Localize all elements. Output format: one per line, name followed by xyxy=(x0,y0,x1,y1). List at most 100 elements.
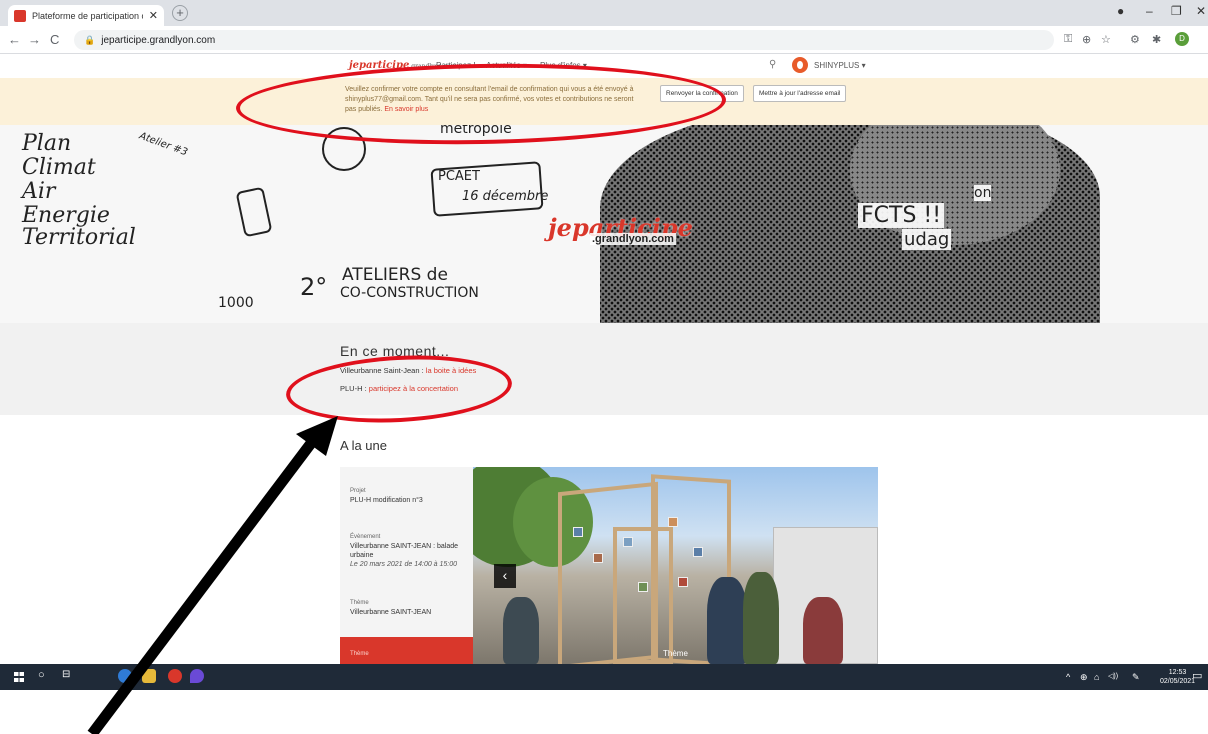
tray-pen-icon[interactable]: ✎ xyxy=(1132,672,1140,683)
url-text: jeparticipe.grandlyon.com xyxy=(101,34,216,46)
nav-participez[interactable]: Participez ! xyxy=(436,61,476,70)
doodle-coconstruction: CO-CONSTRUCTION xyxy=(340,285,479,301)
doodle-face xyxy=(322,127,366,171)
doodle-effects: FCTS !! xyxy=(858,203,945,228)
system-clock[interactable]: 12:53 02/05/2021 xyxy=(1160,668,1195,686)
featured-project[interactable]: Projet PLU-H modification n°3 xyxy=(350,487,470,505)
lock-icon: 🔒 xyxy=(84,34,96,45)
exhibit-photo xyxy=(668,517,678,527)
hero-word: Air xyxy=(22,179,56,204)
featured-value: Villeurbanne SAINT-JEAN xyxy=(350,609,432,616)
doodle-number: 2° xyxy=(300,273,328,301)
clock-time: 12:53 xyxy=(1168,669,1187,676)
restore-button[interactable]: ❐ xyxy=(1171,4,1182,18)
screenshot: Plateforme de participation citoy ✕ + ● … xyxy=(0,0,1208,734)
doodle-budget: udag xyxy=(902,229,952,250)
learn-more-link[interactable]: En savoir plus xyxy=(384,106,428,113)
current-section: En ce moment... Villeurbanne Saint-Jean … xyxy=(0,323,1208,415)
tray-battery-icon[interactable]: ⌂ xyxy=(1094,672,1099,682)
person xyxy=(803,597,843,664)
profile-avatar[interactable]: D xyxy=(1175,32,1189,46)
clock-date: 02/05/2021 xyxy=(1160,678,1196,685)
current-item-label: Villeurbanne Saint-Jean xyxy=(340,366,420,375)
task-view-icon[interactable]: ⊟ xyxy=(62,669,70,680)
new-tab-button[interactable]: + xyxy=(172,5,188,21)
search-circle-icon[interactable]: ○ xyxy=(38,669,45,681)
tab-title: Plateforme de participation citoy xyxy=(32,10,143,21)
hero-banner: Plan Climat Air Energie Territorial Atel… xyxy=(0,125,1208,323)
hero-word: Climat xyxy=(22,155,96,180)
forward-button[interactable]: → xyxy=(28,32,41,47)
chrome-icon[interactable] xyxy=(168,669,182,683)
zoom-icon[interactable]: ⊕ xyxy=(1082,33,1091,46)
windows-taskbar: ○ ⊟ ^ ⊕ ⌂ ◁)) ✎ 12:53 02/05/2021 ▭ xyxy=(0,664,1208,690)
carousel-prev-button[interactable]: ‹ xyxy=(494,564,516,588)
doodle-pcaet: PCAET xyxy=(438,169,480,184)
site-logo-text: jeparticipe xyxy=(349,60,410,71)
doodle-on: on xyxy=(974,185,992,201)
extension-icon[interactable]: ⚙ xyxy=(1130,33,1140,46)
record-icon[interactable]: ● xyxy=(1117,4,1124,18)
key-icon[interactable]: ⚿ xyxy=(1064,33,1072,46)
exhibit-photo xyxy=(693,547,703,557)
site-favicon-icon xyxy=(14,9,26,22)
browser-toolbar: ← → C 🔒 jeparticipe.grandlyon.com ⚿ ⊕ ☆ … xyxy=(0,26,1208,54)
featured-image: ‹ Thème xyxy=(473,467,878,664)
exhibit-photo xyxy=(638,582,648,592)
tray-network-icon[interactable]: ⊕ xyxy=(1080,672,1088,683)
browser-tabstrip: Plateforme de participation citoy ✕ + ● … xyxy=(0,0,1208,26)
doodle-date: 16 décembre xyxy=(462,189,549,204)
featured-date: Le 20 mars 2021 de 14:00 à 15:00 xyxy=(350,561,458,568)
doodle-1000: 1000 xyxy=(218,295,254,311)
window-close-button[interactable]: ✕ xyxy=(1196,4,1206,18)
confirmation-banner: Veuillez confirmer votre compte en consu… xyxy=(0,78,1208,125)
user-avatar[interactable] xyxy=(792,57,808,73)
back-button[interactable]: ← xyxy=(8,32,21,47)
browser-tab[interactable]: Plateforme de participation citoy ✕ xyxy=(8,5,164,26)
site-header: jeparticipe.grandlyon.com Participez ! A… xyxy=(0,54,1208,78)
puzzle-icon[interactable]: ✱ xyxy=(1152,33,1161,46)
exhibit-photo xyxy=(573,527,583,537)
app-drop-icon[interactable] xyxy=(190,669,204,683)
exhibit-photo xyxy=(593,553,603,563)
hero-word: Territorial xyxy=(22,225,136,250)
tray-expand-icon[interactable]: ^ xyxy=(1066,672,1070,682)
featured-sidebar: Projet PLU-H modification n°3 Évènement … xyxy=(340,467,473,664)
featured-label: Évènement xyxy=(350,534,381,540)
doodle-metropole: métropole xyxy=(440,125,512,137)
featured-label: Thème xyxy=(350,600,369,606)
windows-start-icon[interactable] xyxy=(14,672,24,682)
notification-icon[interactable]: ▭ xyxy=(1192,669,1202,682)
exhibition-frame xyxy=(613,527,673,664)
current-item-link[interactable]: la boite à idées xyxy=(426,366,476,375)
current-item-link[interactable]: participez à la concertation xyxy=(369,384,458,393)
user-menu[interactable]: SHINYPLUS ▾ xyxy=(814,61,866,70)
featured-label: Projet xyxy=(350,488,366,494)
current-item-label: PLU-H xyxy=(340,384,363,393)
hero-logo-sub: .grandlyon.com xyxy=(590,233,676,245)
featured-theme[interactable]: Thème Villeurbanne SAINT-JEAN xyxy=(350,599,470,617)
exhibit-photo xyxy=(678,577,688,587)
edge-icon[interactable] xyxy=(118,669,132,683)
doodle-phone xyxy=(235,186,273,238)
bookmark-star-icon[interactable]: ☆ xyxy=(1101,33,1111,46)
nav-actualites[interactable]: Actualités ▾ xyxy=(486,61,527,70)
address-bar[interactable]: 🔒 jeparticipe.grandlyon.com xyxy=(74,30,1054,50)
minimize-button[interactable]: – xyxy=(1146,4,1153,18)
file-explorer-icon[interactable] xyxy=(142,669,156,683)
tray-volume-icon[interactable]: ◁)) xyxy=(1108,672,1118,680)
current-item: Villeurbanne Saint-Jean : la boite à idé… xyxy=(340,366,476,375)
doodle-atelier: Atelier #3 xyxy=(137,130,190,159)
person xyxy=(707,577,747,664)
doodle-ateliers: ATELIERS de xyxy=(342,265,448,285)
search-icon[interactable]: ⚲ xyxy=(769,59,776,70)
resend-confirmation-button[interactable]: Renvoyer la confirmation xyxy=(660,85,744,102)
close-icon[interactable]: ✕ xyxy=(149,9,158,22)
nav-plus-infos[interactable]: Plus d'infos ▾ xyxy=(540,61,587,70)
person xyxy=(503,597,539,664)
reload-button[interactable]: C xyxy=(50,32,59,47)
update-email-button[interactable]: Mettre à jour l'adresse email xyxy=(753,85,847,102)
featured-value: PLU-H modification n°3 xyxy=(350,497,423,504)
featured-active-item[interactable]: Thème xyxy=(340,637,473,664)
featured-event[interactable]: Évènement Villeurbanne SAINT-JEAN : bala… xyxy=(350,533,470,569)
